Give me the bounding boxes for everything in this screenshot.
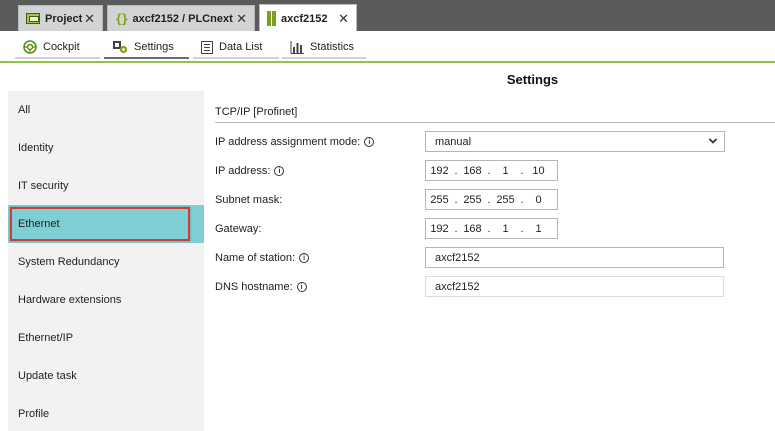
document-tab-strip: Project ✕ {} axcf2152 / PLCnext ✕ axcf21… xyxy=(0,0,775,32)
data-list-icon xyxy=(201,40,213,54)
field-label: IP address: xyxy=(215,165,271,177)
selection-highlight-box xyxy=(10,207,190,241)
station-name-input[interactable]: axcf2152 xyxy=(425,247,724,268)
field-label: IP address assignment mode: xyxy=(215,136,361,148)
sidebar-item-label: Identity xyxy=(18,142,54,154)
settings-category-sidebar: All Identity IT security Ethernet System… xyxy=(8,91,204,431)
sidebar-item-label: IT security xyxy=(18,180,69,192)
tab-statistics[interactable]: Statistics xyxy=(282,37,366,59)
field-label: Gateway: xyxy=(215,223,262,235)
assignment-mode-select[interactable]: manual xyxy=(425,131,725,152)
sidebar-item-label: Ethernet/IP xyxy=(18,332,74,344)
chevron-down-icon xyxy=(708,138,718,144)
sidebar-item-hardware-extensions[interactable]: Hardware extensions xyxy=(8,281,204,319)
dns-hostname-label: DNS hostname: i xyxy=(215,279,307,295)
close-icon[interactable]: ✕ xyxy=(236,12,247,25)
plcnext-braces-icon: {} xyxy=(115,11,128,26)
page-title: Settings xyxy=(506,72,559,87)
ip-octet[interactable]: 1 xyxy=(492,165,519,177)
tab-data-list[interactable]: Data List xyxy=(193,37,279,59)
ip-octet[interactable]: 255 xyxy=(459,194,486,206)
doc-tab-label: axcf2152 xyxy=(281,12,328,25)
ip-octet[interactable]: 10 xyxy=(525,165,552,177)
field-label: Name of station: xyxy=(215,252,296,264)
tab-label: Cockpit xyxy=(43,41,80,53)
cockpit-gauge-icon xyxy=(23,40,37,54)
sidebar-item-label: Update task xyxy=(18,370,77,382)
tab-settings[interactable]: Settings xyxy=(104,37,189,59)
station-name-label: Name of station: i xyxy=(215,250,310,266)
dns-hostname-field: axcf2152 xyxy=(425,276,724,297)
sidebar-item-it-security[interactable]: IT security xyxy=(8,167,204,205)
info-icon[interactable]: i xyxy=(274,166,285,176)
sidebar-item-all[interactable]: All xyxy=(8,91,204,129)
ip-octet[interactable]: 0 xyxy=(525,194,552,206)
doc-tab-label: axcf2152 / PLCnext xyxy=(132,12,233,25)
doc-tab-label: Project xyxy=(45,12,83,25)
gateway-field[interactable]: 192 . 168 . 1 . 1 xyxy=(425,218,558,239)
sidebar-item-update-task[interactable]: Update task xyxy=(8,357,204,395)
view-tab-strip: Cockpit Settings Data List Statistics xyxy=(0,31,775,63)
ip-octet[interactable]: 192 xyxy=(426,223,453,235)
field-label: Subnet mask: xyxy=(215,194,283,206)
tab-label: Data List xyxy=(219,41,263,53)
subnet-mask-label: Subnet mask: xyxy=(215,192,282,208)
settings-gears-icon xyxy=(113,41,128,54)
info-icon[interactable]: i xyxy=(299,253,310,263)
ip-address-label: IP address: i xyxy=(215,163,285,179)
select-value: manual xyxy=(435,135,472,148)
sidebar-item-profile[interactable]: Profile xyxy=(8,395,204,431)
close-icon[interactable]: ✕ xyxy=(84,12,95,25)
close-icon[interactable]: ✕ xyxy=(338,12,349,25)
sidebar-item-label: Hardware extensions xyxy=(18,294,122,306)
sidebar-item-system-redundancy[interactable]: System Redundancy xyxy=(8,243,204,281)
device-icon xyxy=(267,11,276,26)
gateway-label: Gateway: xyxy=(215,221,261,237)
doc-tab-plcnext[interactable]: {} axcf2152 / PLCnext ✕ xyxy=(107,5,255,31)
doc-tab-device[interactable]: axcf2152 ✕ xyxy=(259,4,357,32)
subnet-mask-field[interactable]: 255 . 255 . 255 . 0 xyxy=(425,189,558,210)
doc-tab-project[interactable]: Project ✕ xyxy=(18,5,103,31)
ip-octet[interactable]: 1 xyxy=(492,223,519,235)
info-icon[interactable]: i xyxy=(296,282,307,292)
assignment-mode-label: IP address assignment mode: i xyxy=(215,134,375,150)
tab-label: Statistics xyxy=(310,41,355,53)
input-value: axcf2152 xyxy=(435,280,480,293)
ip-octet[interactable]: 168 xyxy=(459,223,486,235)
tab-label: Settings xyxy=(134,41,174,53)
section-heading: TCP/IP [Profinet] xyxy=(215,106,775,123)
sidebar-item-label: Profile xyxy=(18,408,50,420)
info-icon[interactable]: i xyxy=(364,137,375,147)
sidebar-item-label: System Redundancy xyxy=(18,256,120,268)
sidebar-item-identity[interactable]: Identity xyxy=(8,129,204,167)
ip-octet[interactable]: 1 xyxy=(525,223,552,235)
statistics-chart-icon xyxy=(290,40,304,54)
ip-address-field[interactable]: 192 . 168 . 1 . 10 xyxy=(425,160,558,181)
field-label: DNS hostname: xyxy=(215,281,293,293)
ip-octet[interactable]: 255 xyxy=(492,194,519,206)
ip-octet[interactable]: 255 xyxy=(426,194,453,206)
tab-cockpit[interactable]: Cockpit xyxy=(15,37,100,59)
sidebar-item-label: All xyxy=(18,104,31,116)
input-value: axcf2152 xyxy=(435,251,480,264)
sidebar-item-ethernet-ip[interactable]: Ethernet/IP xyxy=(8,319,204,357)
sidebar-item-ethernet[interactable]: Ethernet xyxy=(8,205,204,243)
ip-octet[interactable]: 168 xyxy=(459,165,486,177)
ip-octet[interactable]: 192 xyxy=(426,165,453,177)
project-folder-icon xyxy=(26,13,40,24)
